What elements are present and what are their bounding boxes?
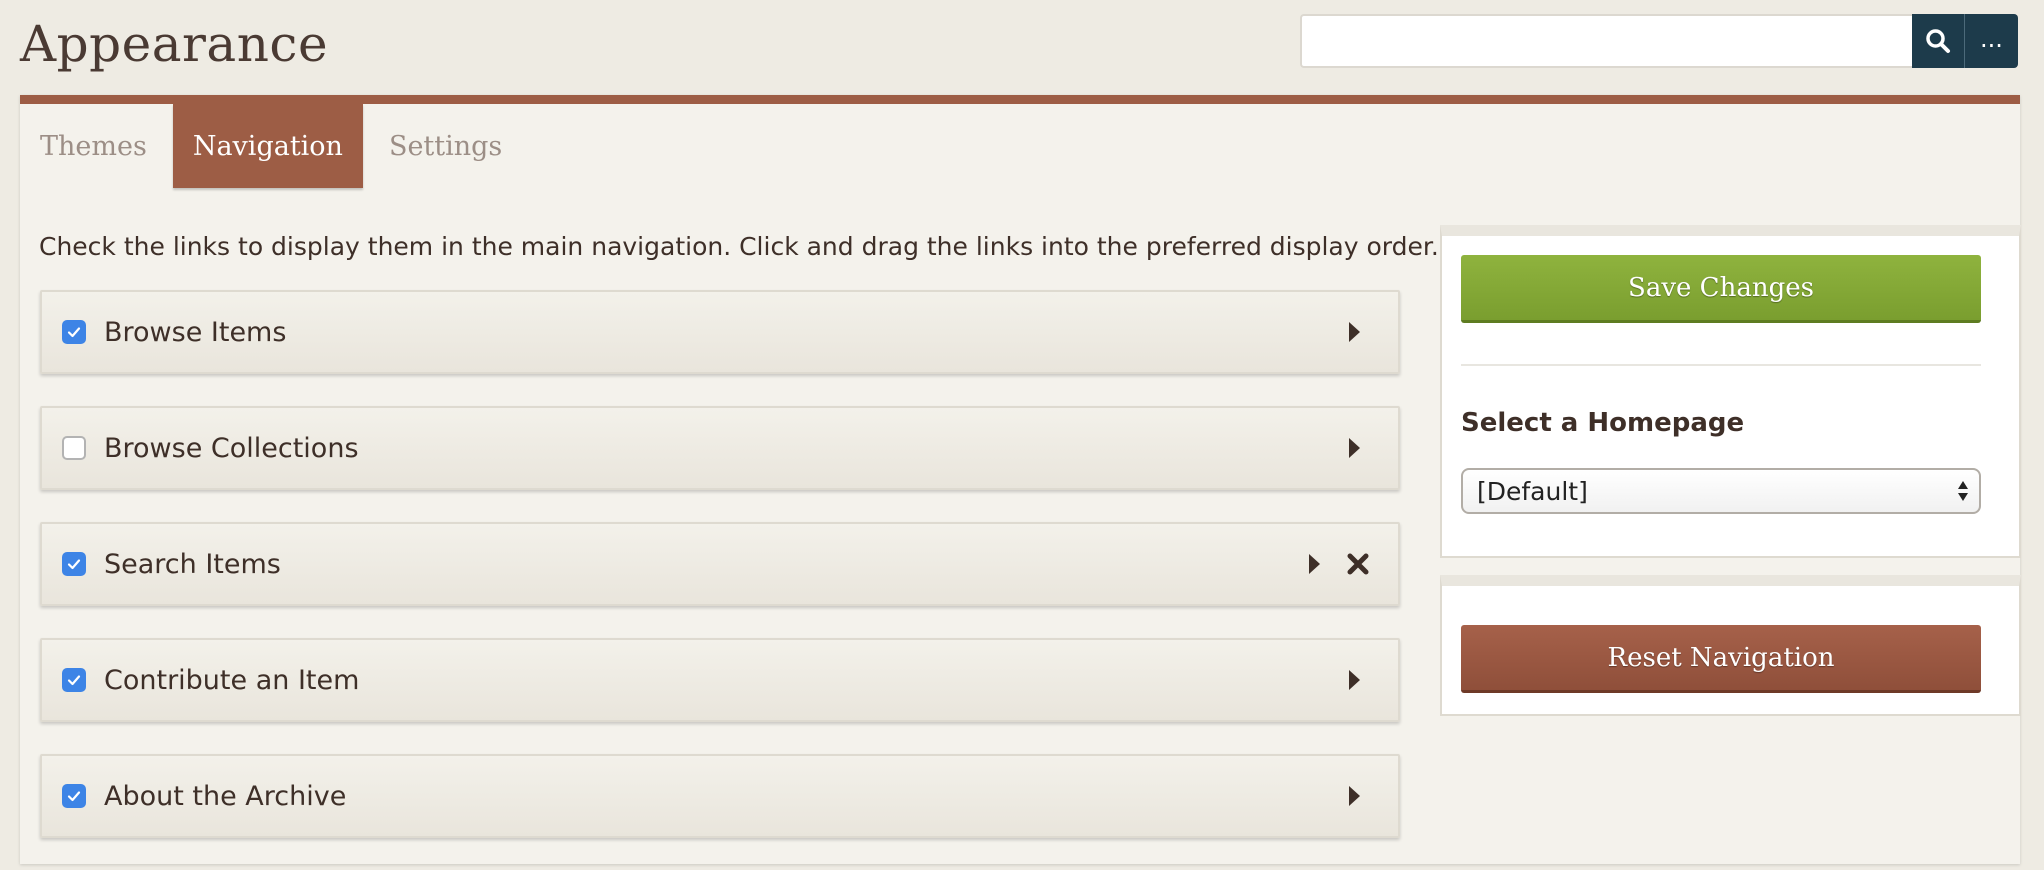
checkmark-icon bbox=[67, 327, 81, 338]
nav-item-label: Browse Collections bbox=[104, 432, 359, 464]
nav-item-browse-collections[interactable]: Browse Collections bbox=[40, 406, 1400, 490]
nav-item-checkbox[interactable] bbox=[62, 436, 86, 460]
homepage-select-value: [Default] bbox=[1477, 476, 1588, 506]
search-icon bbox=[1926, 29, 1950, 53]
expand-arrow-icon[interactable] bbox=[1349, 322, 1360, 342]
reset-navigation-button[interactable]: Reset Navigation bbox=[1461, 625, 1981, 693]
homepage-select[interactable]: [Default] bbox=[1461, 468, 1981, 514]
content-panel: Themes Navigation Settings Check the lin… bbox=[20, 95, 2021, 864]
advanced-search-button[interactable]: ... bbox=[1965, 14, 2018, 68]
save-panel: Save Changes Select a Homepage [Default] bbox=[1440, 225, 2021, 558]
nav-item-label: Browse Items bbox=[104, 316, 287, 348]
checkmark-icon bbox=[67, 675, 81, 686]
tab-navigation[interactable]: Navigation bbox=[172, 104, 363, 188]
nav-item-label: About the Archive bbox=[104, 780, 347, 812]
tab-themes[interactable]: Themes bbox=[20, 104, 167, 188]
expand-arrow-icon[interactable] bbox=[1349, 670, 1360, 690]
expand-arrow-icon[interactable] bbox=[1309, 554, 1320, 574]
search-button[interactable] bbox=[1912, 14, 1965, 68]
search-input[interactable] bbox=[1300, 14, 1912, 68]
nav-item-search-items[interactable]: Search Items bbox=[40, 522, 1400, 606]
homepage-label: Select a Homepage bbox=[1461, 408, 1745, 438]
nav-item-contribute-an-item[interactable]: Contribute an Item bbox=[40, 638, 1400, 722]
page-title: Appearance bbox=[20, 15, 329, 73]
nav-item-about-the-archive[interactable]: About the Archive bbox=[40, 754, 1400, 838]
expand-arrow-icon[interactable] bbox=[1349, 438, 1360, 458]
divider bbox=[1461, 364, 1981, 366]
nav-item-checkbox[interactable] bbox=[62, 668, 86, 692]
tab-settings[interactable]: Settings bbox=[369, 104, 522, 188]
reset-panel: Reset Navigation bbox=[1440, 575, 2021, 716]
nav-item-checkbox[interactable] bbox=[62, 320, 86, 344]
nav-item-checkbox[interactable] bbox=[62, 784, 86, 808]
search-bar: ... bbox=[1300, 14, 2020, 68]
save-changes-button[interactable]: Save Changes bbox=[1461, 255, 1981, 323]
select-arrows-icon bbox=[1958, 481, 1968, 501]
nav-item-label: Search Items bbox=[104, 548, 281, 580]
expand-arrow-icon[interactable] bbox=[1349, 786, 1360, 806]
section-tabs: Themes Navigation Settings bbox=[20, 104, 522, 188]
checkmark-icon bbox=[67, 791, 81, 802]
nav-item-browse-items[interactable]: Browse Items bbox=[40, 290, 1400, 374]
navigation-list: Browse Items Browse Collections Search I… bbox=[40, 290, 1400, 870]
checkmark-icon bbox=[67, 559, 81, 570]
delete-icon[interactable] bbox=[1346, 552, 1370, 576]
instructions-text: Check the links to display them in the m… bbox=[39, 232, 1439, 261]
nav-item-label: Contribute an Item bbox=[104, 664, 360, 696]
nav-item-checkbox[interactable] bbox=[62, 552, 86, 576]
